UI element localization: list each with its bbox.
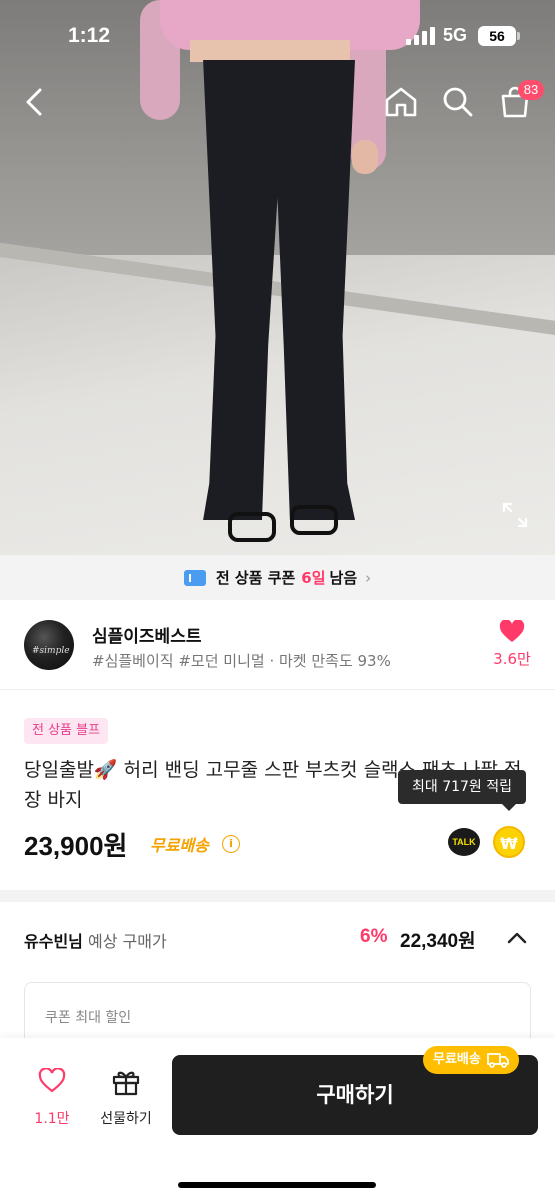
chevron-left-icon [26, 88, 42, 116]
shop-tags: #심플베이직 #모던 미니멀 · 마켓 만족도 93% [92, 652, 391, 670]
like-button[interactable]: 1.1만 [24, 1067, 80, 1138]
heart-filled-icon [499, 619, 525, 642]
back-button[interactable] [14, 82, 54, 122]
chevron-right-icon: › [365, 568, 372, 587]
promo-badge: 전 상품 블프 [24, 718, 109, 744]
search-icon [443, 87, 473, 117]
shop-like-button[interactable] [490, 619, 534, 648]
expected-price: 22,340원 [400, 931, 476, 952]
gift-button[interactable]: 선물하기 [92, 1068, 160, 1138]
section-divider [0, 890, 555, 902]
product-price: 23,900원 [24, 831, 128, 861]
home-icon [385, 87, 417, 117]
shop-like-count: 3.6만 [493, 650, 531, 668]
coupon-icon [183, 569, 206, 586]
expected-price-row[interactable]: 유수빈님 예상 구매가 6% 22,340원 [0, 902, 555, 974]
battery-icon: 56 [478, 26, 516, 46]
status-time: 1:12 [68, 24, 111, 47]
coupon-banner-text: 전 상품 쿠폰 [215, 569, 296, 587]
free-shipping-badge-text: 무료배송 [433, 1052, 481, 1067]
expected-price-text: 예상 구매가 [87, 932, 167, 951]
heart-outline-icon [38, 1067, 66, 1093]
bottom-action-bar: 1.1만 선물하기 구매하기 무료배송 [0, 1038, 555, 1200]
gift-label: 선물하기 [100, 1111, 152, 1127]
shop-avatar[interactable]: #simple [24, 620, 74, 670]
photo-shoe-left [228, 512, 276, 542]
photo-shoe-right [290, 505, 338, 535]
chevron-up-icon[interactable] [507, 930, 527, 946]
home-button[interactable] [381, 82, 421, 122]
free-shipping-label: 무료배송 [150, 836, 209, 855]
expected-price-label: 유수빈님 예상 구매가 [24, 928, 167, 952]
coupon-banner-suffix: 남음 [329, 569, 358, 587]
info-icon[interactable]: i [222, 835, 240, 853]
like-count: 1.1만 [34, 1111, 70, 1127]
battery-tip [517, 32, 520, 40]
shop-info[interactable]: #simple 심플이즈베스트 #심플베이직 #모던 미니멀 · 마켓 만족도 … [0, 600, 555, 690]
photo-floor [0, 255, 555, 555]
discount-rate: 6% [360, 926, 388, 947]
photo-hand [352, 140, 378, 174]
network-type: 5G [443, 25, 468, 45]
coupon-banner-days: 6일 [301, 569, 326, 587]
shop-avatar-text: #simple [32, 646, 70, 656]
gift-icon [112, 1071, 140, 1096]
coupon-box-label: 쿠폰 최대 할인 [45, 1010, 132, 1026]
cellular-signal-icon [406, 27, 436, 45]
home-indicator [178, 1182, 376, 1188]
shop-name[interactable]: 심플이즈베스트 [92, 622, 201, 647]
user-name: 유수빈님 [24, 932, 83, 951]
search-button[interactable] [438, 82, 478, 122]
cart-count-badge: 83 [518, 80, 544, 100]
free-shipping-badge: 무료배송 [423, 1046, 519, 1074]
points-tooltip: 최대 717원 적립 [398, 770, 526, 811]
points-button[interactable]: ₩ [493, 826, 525, 858]
coupon-banner[interactable]: 전 상품 쿠폰 6일 남음 › [0, 555, 555, 600]
expand-icon[interactable] [500, 500, 530, 530]
truck-icon [486, 1053, 509, 1068]
status-bar: 1:12 5G 56 [0, 0, 555, 70]
kakao-talk-button[interactable]: TALK [448, 828, 480, 856]
